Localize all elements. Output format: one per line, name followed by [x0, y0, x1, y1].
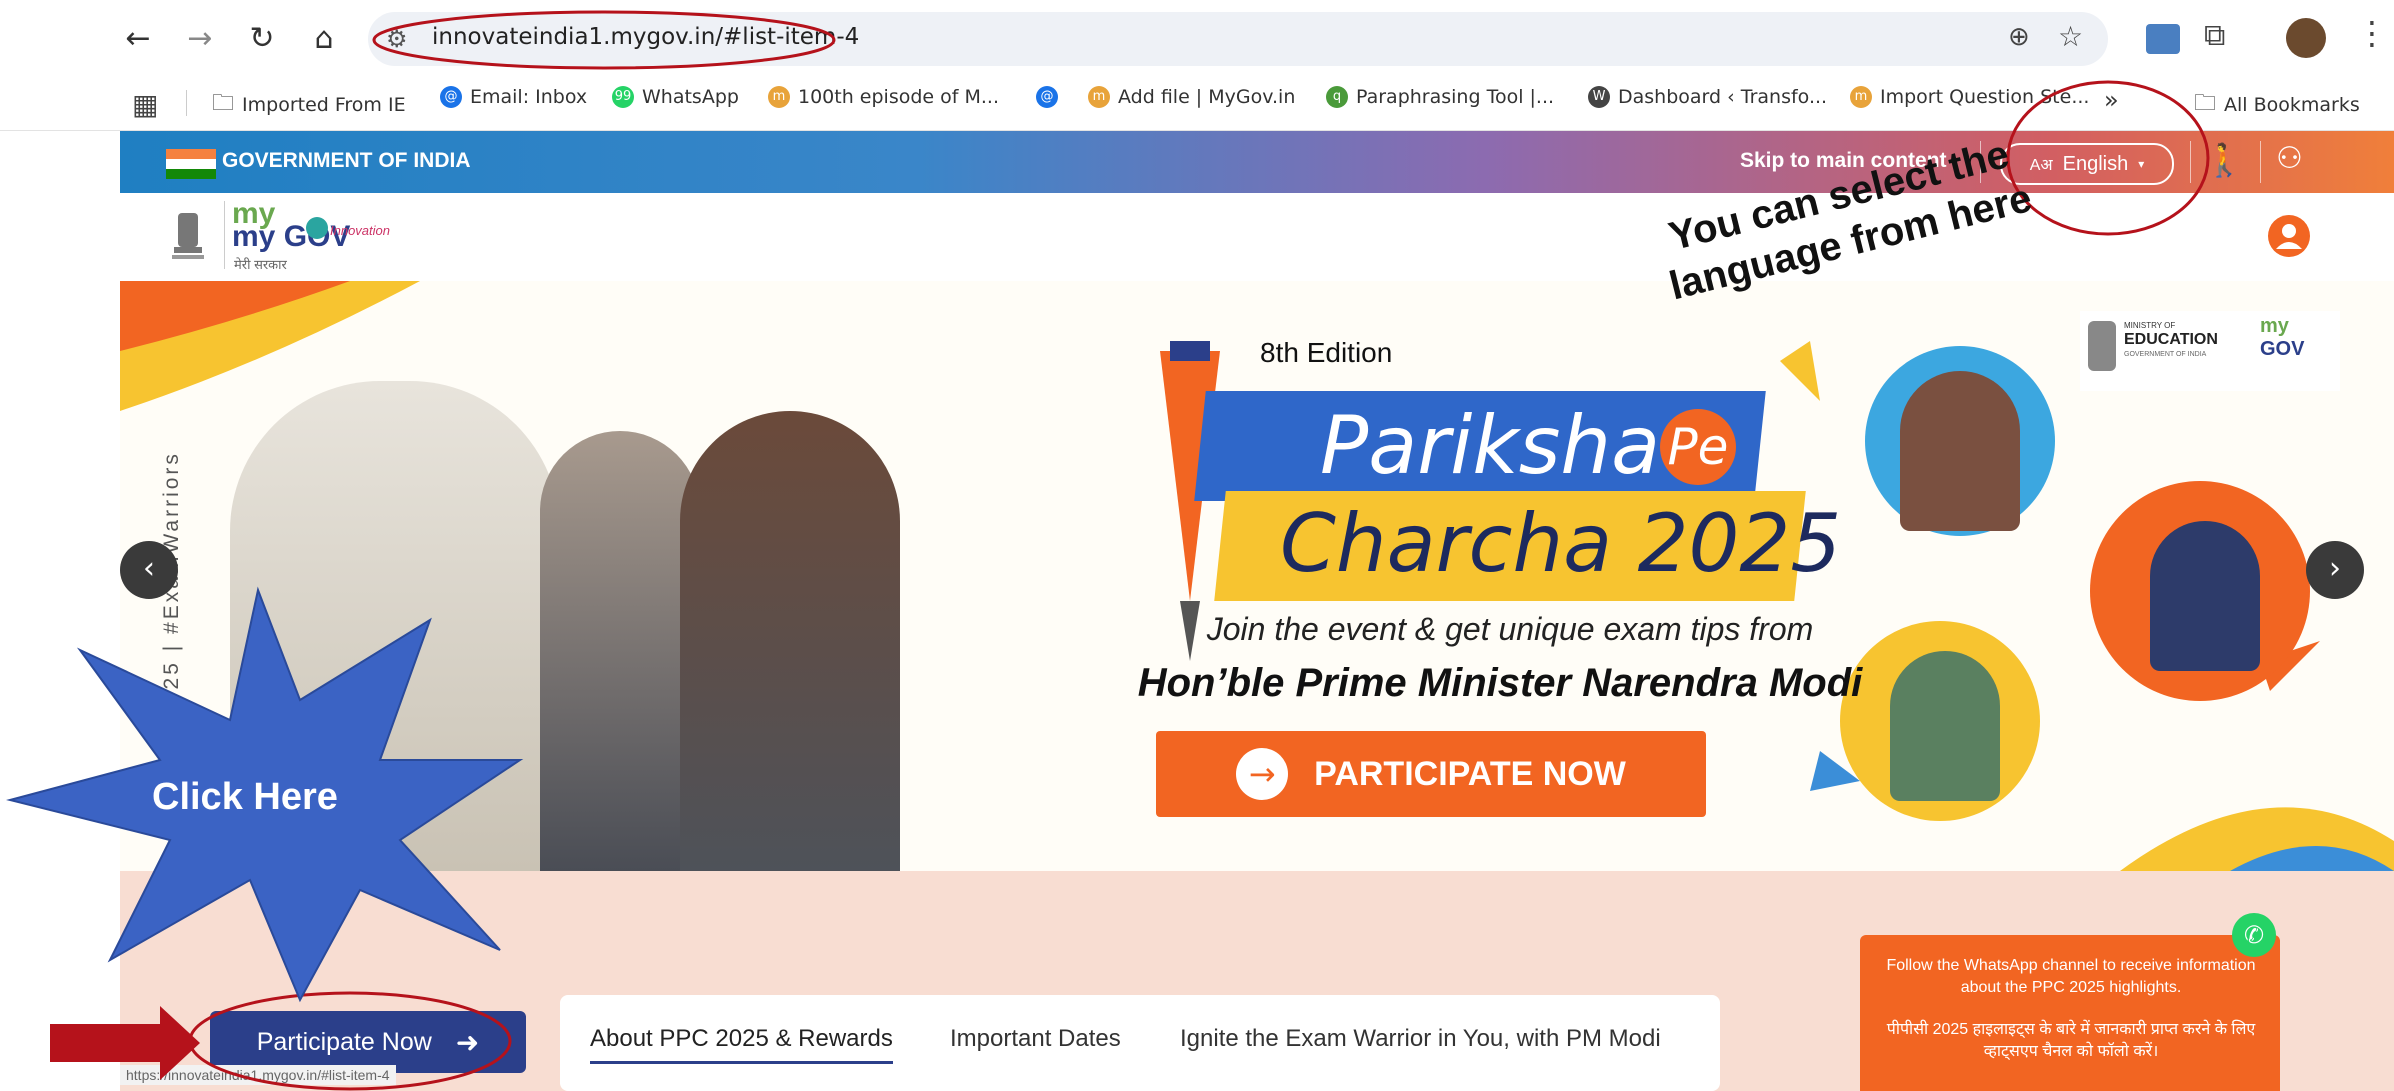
- bookmark-dashboard[interactable]: W Dashboard ‹ Transfo...: [1588, 86, 1827, 108]
- tabs-bar: About PPC 2025 & Rewards Important Dates…: [560, 995, 1720, 1091]
- wordpress-icon: W: [1588, 86, 1610, 108]
- url-text[interactable]: innovateindia1.mygov.in/#list-item-4: [432, 24, 859, 50]
- divider: [224, 201, 225, 269]
- mygov-icon: m: [768, 86, 790, 108]
- innovation-tag: Innovation: [330, 223, 390, 238]
- quillbot-icon: q: [1326, 86, 1348, 108]
- divider: [2260, 141, 2261, 183]
- menu-kebab-icon[interactable]: ⋮: [2356, 14, 2388, 52]
- innovation-logo-icon: [306, 217, 328, 239]
- student-photo: [680, 411, 900, 871]
- carousel-prev-icon[interactable]: ‹: [120, 541, 178, 599]
- emblem-icon: [2088, 321, 2116, 371]
- arrow-right-icon: ➜: [455, 1025, 480, 1059]
- bookmark-100th-episode[interactable]: m 100th episode of M...: [768, 86, 999, 108]
- content-section: Participate Now ➜ About PPC 2025 & Rewar…: [120, 871, 2394, 1091]
- whatsapp-icon[interactable]: ✆: [2232, 913, 2276, 957]
- site-info-icon[interactable]: ⚙: [386, 25, 408, 53]
- address-bar[interactable]: ⚙ innovateindia1.mygov.in/#list-item-4 ⊕…: [368, 12, 2108, 66]
- back-arrow-icon[interactable]: ←: [114, 14, 162, 62]
- bookmark-email-inbox[interactable]: @ Email: Inbox: [440, 86, 587, 108]
- extensions-puzzle-icon[interactable]: ⧉: [2204, 18, 2225, 53]
- participate-now-banner-button[interactable]: → PARTICIPATE NOW: [1156, 731, 1706, 817]
- click-here-label: Click Here: [152, 776, 338, 818]
- edition-label: 8th Edition: [1260, 337, 1393, 368]
- mygov-icon: m: [1850, 86, 1872, 108]
- folder-icon: 🗀: [2194, 91, 2217, 116]
- forward-arrow-icon[interactable]: →: [176, 14, 224, 62]
- student-circle-photo: [2150, 521, 2260, 671]
- divider: [2190, 141, 2191, 183]
- carousel-next-icon[interactable]: ›: [2306, 541, 2364, 599]
- user-add-icon[interactable]: ⚇: [2276, 141, 2303, 176]
- tab-ignite-exam-warrior[interactable]: Ignite the Exam Warrior in You, with PM …: [1180, 1025, 1661, 1053]
- language-label: English: [2062, 152, 2129, 175]
- gov-title: GOVERNMENT OF INDIA: [222, 149, 471, 172]
- profile-avatar[interactable]: [2286, 18, 2326, 58]
- browser-toolbar: ← → ↻ ⌂ ⚙ innovateindia1.mygov.in/#list-…: [0, 0, 2394, 78]
- india-flag-icon: [166, 149, 216, 179]
- whatsapp-icon: 99: [612, 86, 634, 108]
- zoom-icon[interactable]: ⊕: [2008, 22, 2030, 52]
- folder-icon: 🗀: [212, 91, 235, 116]
- arrow-right-icon: →: [1236, 748, 1289, 800]
- tab-about-ppc[interactable]: About PPC 2025 & Rewards: [590, 1025, 893, 1064]
- bookmark-add-file-mygov[interactable]: m Add file | MyGov.in: [1088, 86, 1295, 108]
- email-icon: @: [440, 86, 462, 108]
- logo-subtitle: मेरी सरकार: [234, 257, 287, 272]
- banner-subtitle-2: Hon’ble Prime Minister Narendra Modi: [1137, 661, 1863, 705]
- bookmark-import-question[interactable]: m Import Question Ste...: [1850, 86, 2089, 108]
- apps-grid-icon[interactable]: ▦: [132, 88, 158, 121]
- student-photo: [540, 431, 700, 871]
- reload-icon[interactable]: ↻: [238, 14, 286, 62]
- all-bookmarks-button[interactable]: 🗀 All Bookmarks: [2194, 86, 2360, 124]
- bookmark-paraphrasing-tool[interactable]: q Paraphrasing Tool |...: [1326, 86, 1554, 108]
- mygov-logo-small: my GOV: [2260, 315, 2305, 360]
- mygov-icon: m: [1088, 86, 1110, 108]
- title-charcha: Charcha 2025: [1280, 497, 1842, 590]
- hero-banner: PPC2025 | #ExamWarriors MINISTRY OF EDUC…: [120, 281, 2394, 871]
- whatsapp-follow-box[interactable]: Follow the WhatsApp channel to receive i…: [1860, 935, 2280, 1091]
- ministry-logos: MINISTRY OF EDUCATION GOVERNMENT OF INDI…: [2080, 311, 2340, 391]
- bookmark-at[interactable]: @: [1036, 86, 1058, 108]
- email-icon: @: [1036, 86, 1058, 108]
- banner-subtitle-1: Join the event & get unique exam tips fr…: [1206, 611, 1814, 647]
- status-url: https://innovateindia1.mygov.in/#list-it…: [120, 1065, 396, 1085]
- bookmark-imported-from-ie[interactable]: 🗀 Imported From IE: [212, 86, 406, 124]
- extension-icon[interactable]: [2146, 24, 2180, 54]
- accessibility-icon[interactable]: 🚶: [2204, 141, 2244, 179]
- user-profile-icon[interactable]: [2268, 215, 2310, 257]
- home-icon[interactable]: ⌂: [300, 14, 348, 62]
- tab-important-dates[interactable]: Important Dates: [950, 1025, 1121, 1053]
- title-pariksha: Pariksha: [1320, 399, 1661, 492]
- emblem-icon: [168, 207, 208, 265]
- chevron-down-icon: ▾: [2138, 157, 2145, 171]
- bookmark-whatsapp[interactable]: 99 WhatsApp: [612, 86, 739, 108]
- participate-now-button[interactable]: Participate Now ➜: [210, 1011, 526, 1073]
- more-bookmarks-button[interactable]: »: [2104, 86, 2119, 114]
- title-pe: Pe: [1660, 409, 1736, 485]
- student-circle-photo: [1900, 371, 2020, 531]
- divider: [186, 90, 187, 116]
- bookmark-star-icon[interactable]: ☆: [2058, 20, 2083, 53]
